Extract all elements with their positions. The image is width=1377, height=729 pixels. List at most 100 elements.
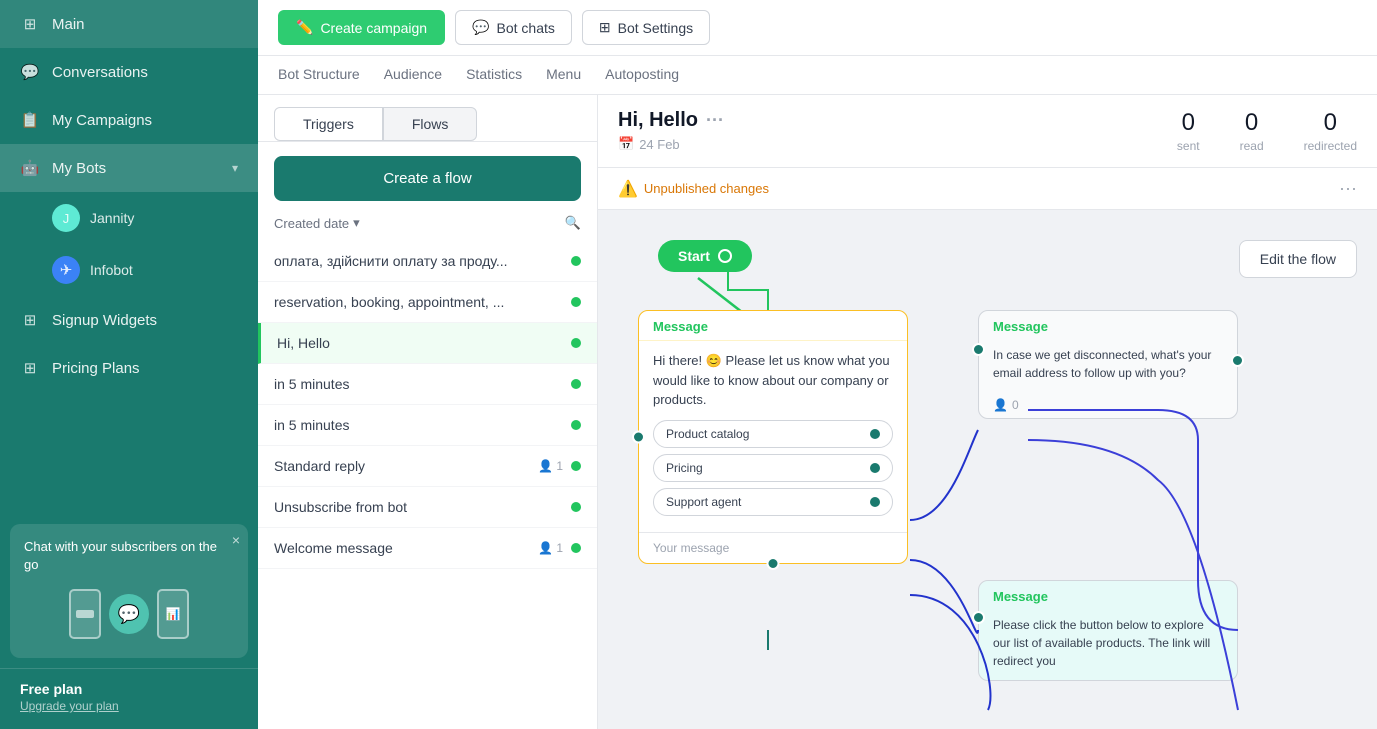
pricing-icon: ⊞ <box>20 358 40 378</box>
message-btn-support[interactable]: Support agent <box>653 488 893 516</box>
connector-bottom <box>767 557 780 570</box>
tab-triggers[interactable]: Triggers <box>274 107 383 141</box>
left-panel: Triggers Flows Create a flow Created dat… <box>258 95 598 729</box>
message-card-3-header: Message <box>979 581 1237 610</box>
flow-item-welcome[interactable]: Welcome message 👤 1 <box>258 528 597 569</box>
message-card-2: Message In case we get disconnected, wha… <box>978 310 1238 419</box>
user-icon: 👤 <box>993 398 1008 412</box>
flow-item-1[interactable]: оплата, здійснити оплату за проду... <box>258 241 597 282</box>
filter-bar: Created date ▾ 🔍 <box>258 215 597 241</box>
edit-flow-button[interactable]: Edit the flow <box>1239 240 1357 278</box>
active-dot <box>571 461 581 471</box>
chat-icon: 💬 <box>472 19 489 36</box>
active-dot <box>571 502 581 512</box>
sidebar-item-campaigns[interactable]: 📋 My Campaigns <box>0 96 258 144</box>
subnav-autoposting[interactable]: Autoposting <box>605 56 679 94</box>
promo-illustration: 💬 📊 <box>24 584 234 644</box>
subnav-audience[interactable]: Audience <box>384 56 442 94</box>
start-circle <box>718 249 732 263</box>
main-content: ✏️ Create campaign 💬 Bot chats ⊞ Bot Set… <box>258 0 1377 729</box>
promo-close-button[interactable]: × <box>232 532 240 548</box>
sidebar-item-conversations[interactable]: 💬 Conversations <box>0 48 258 96</box>
active-dot <box>571 256 581 266</box>
create-flow-button[interactable]: Create a flow <box>274 156 581 201</box>
flow-options-button[interactable]: ··· <box>706 110 724 131</box>
flow-stats: 0 sent 0 read 0 redirected <box>1177 109 1357 153</box>
signup-icon: ⊞ <box>20 310 40 330</box>
active-dot <box>571 297 581 307</box>
start-label: Start <box>678 248 710 264</box>
flow-item-2[interactable]: reservation, booking, appointment, ... <box>258 282 597 323</box>
message-card-3: Message Please click the button below to… <box>978 580 1238 681</box>
sidebar-item-infobot[interactable]: ✈ Infobot <box>0 244 258 296</box>
message-btn-pricing[interactable]: Pricing <box>653 454 893 482</box>
stat-redirected: 0 redirected <box>1304 109 1357 153</box>
stat-sent: 0 sent <box>1177 109 1200 153</box>
stat-read: 0 read <box>1240 109 1264 153</box>
flow-name: Hi, Hello <box>277 335 330 351</box>
subnav-statistics[interactable]: Statistics <box>466 56 522 94</box>
top-bar: ✏️ Create campaign 💬 Bot chats ⊞ Bot Set… <box>258 0 1377 56</box>
flow-item-3[interactable]: Hi, Hello <box>258 323 597 364</box>
search-button[interactable]: 🔍 <box>565 215 581 231</box>
right-panel: Hi, Hello ··· 📅 24 Feb 0 sent 0 <box>598 95 1377 729</box>
sidebar-item-signup-widgets[interactable]: ⊞ Signup Widgets <box>0 296 258 344</box>
more-options-button[interactable]: ··· <box>1339 178 1357 199</box>
connector-left-3 <box>972 611 985 624</box>
message-card-1-body: Hi there! 😊 Please let us know what you … <box>639 341 907 532</box>
create-campaign-button[interactable]: ✏️ Create campaign <box>278 10 445 45</box>
content-area: Triggers Flows Create a flow Created dat… <box>258 95 1377 729</box>
bot-name-jannity: Jannity <box>90 210 134 226</box>
tab-flows[interactable]: Flows <box>383 107 478 141</box>
bot-name-infobot: Infobot <box>90 262 133 278</box>
message-card-2-header: Message <box>979 311 1237 340</box>
message-card-1: Message Hi there! 😊 Please let us know w… <box>638 310 908 564</box>
flow-date-text: 24 Feb <box>639 137 679 152</box>
subnav-bot-structure[interactable]: Bot Structure <box>278 56 360 94</box>
promo-box: × Chat with your subscribers on the go 💬… <box>10 524 248 658</box>
bot-avatar-jannity: J <box>52 204 80 232</box>
flow-item-standard-reply[interactable]: Standard reply 👤 1 <box>258 446 597 487</box>
sidebar-item-my-bots[interactable]: 🤖 My Bots ▾ <box>0 144 258 192</box>
flow-item-unsubscribe[interactable]: Unsubscribe from bot <box>258 487 597 528</box>
active-dot <box>571 420 581 430</box>
active-dot <box>571 543 581 553</box>
flow-item-5[interactable]: in 5 minutes <box>258 405 597 446</box>
warning-icon: ⚠️ <box>618 179 638 199</box>
sidebar-item-main[interactable]: ⊞ Main <box>0 0 258 48</box>
edit-icon: ✏️ <box>296 19 313 36</box>
panel-tabs: Triggers Flows <box>258 95 597 142</box>
message-card-2-body: In case we get disconnected, what's your… <box>979 340 1237 392</box>
connector-left-2 <box>972 343 985 356</box>
message-btn-product[interactable]: Product catalog <box>653 420 893 448</box>
message-card-1-header: Message <box>639 311 907 341</box>
chevron-down-icon: ▾ <box>353 215 360 231</box>
sidebar: ⊞ Main 💬 Conversations 📋 My Campaigns 🤖 … <box>0 0 258 729</box>
conversations-icon: 💬 <box>20 62 40 82</box>
calendar-icon: 📅 <box>618 136 634 152</box>
bot-settings-button[interactable]: ⊞ Bot Settings <box>582 10 710 45</box>
promo-text: Chat with your subscribers on the go <box>24 538 234 574</box>
active-dot <box>571 338 581 348</box>
user-count: 👤 1 <box>538 541 563 555</box>
campaigns-icon: 📋 <box>20 110 40 130</box>
sidebar-bottom: × Chat with your subscribers on the go 💬… <box>0 514 258 729</box>
flow-item-4[interactable]: in 5 minutes <box>258 364 597 405</box>
flow-name: in 5 minutes <box>274 417 349 433</box>
upgrade-plan-link[interactable]: Upgrade your plan <box>20 699 238 713</box>
connector-left <box>632 430 645 443</box>
bots-icon: 🤖 <box>20 158 40 178</box>
main-icon: ⊞ <box>20 14 40 34</box>
sidebar-item-pricing-plans[interactable]: ⊞ Pricing Plans <box>0 344 258 392</box>
flow-name: Unsubscribe from bot <box>274 499 407 515</box>
connector-right-2 <box>1231 354 1244 367</box>
subnav-menu[interactable]: Menu <box>546 56 581 94</box>
flow-list: оплата, здійснити оплату за проду... res… <box>258 241 597 729</box>
sidebar-item-label: My Campaigns <box>52 112 152 129</box>
sidebar-item-label: Signup Widgets <box>52 312 157 329</box>
plan-name: Free plan <box>20 681 238 697</box>
bot-chats-button[interactable]: 💬 Bot chats <box>455 10 572 45</box>
sidebar-item-jannity[interactable]: J Jannity <box>0 192 258 244</box>
message-card-3-body: Please click the button below to explore… <box>979 610 1237 680</box>
filter-created-date[interactable]: Created date ▾ <box>274 215 360 231</box>
